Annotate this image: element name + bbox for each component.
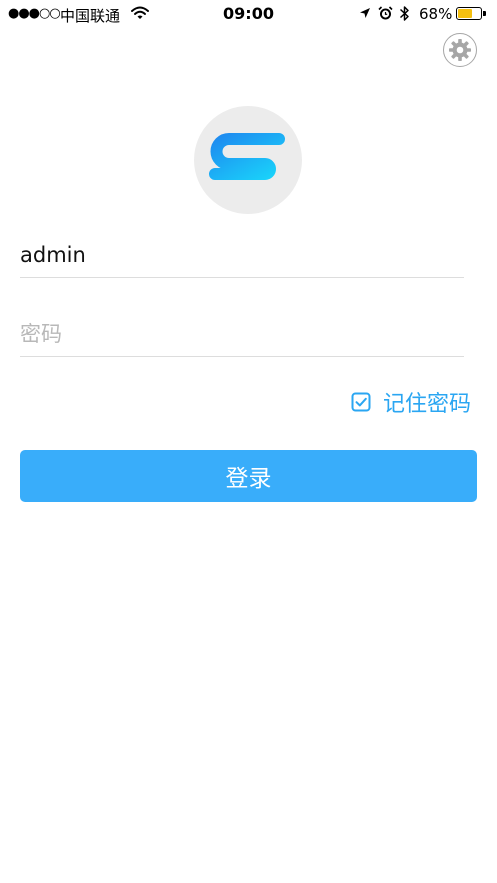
bluetooth-icon — [399, 6, 409, 21]
login-button[interactable]: 登录 — [20, 450, 477, 502]
password-input[interactable] — [20, 322, 464, 346]
checkbox-checked-icon[interactable] — [351, 392, 371, 412]
password-field — [20, 307, 464, 357]
remember-password-toggle[interactable]: 记住密码 — [351, 386, 471, 418]
remember-password-label: 记住密码 — [382, 392, 471, 417]
battery-icon — [456, 7, 486, 20]
settings-button[interactable] — [443, 33, 477, 67]
username-input[interactable] — [20, 243, 464, 267]
status-bar: ●●●○○ 中国联通 09:00 68% — [0, 0, 497, 28]
s-logo-icon — [209, 133, 285, 180]
battery-nub — [483, 11, 486, 16]
battery-percent: 68% — [419, 5, 453, 23]
battery-level-fill — [458, 9, 472, 18]
username-field — [20, 228, 464, 278]
app-logo — [194, 106, 302, 214]
location-arrow-icon — [360, 8, 370, 18]
alarm-clock-icon — [378, 6, 393, 20]
gear-icon — [449, 39, 471, 61]
